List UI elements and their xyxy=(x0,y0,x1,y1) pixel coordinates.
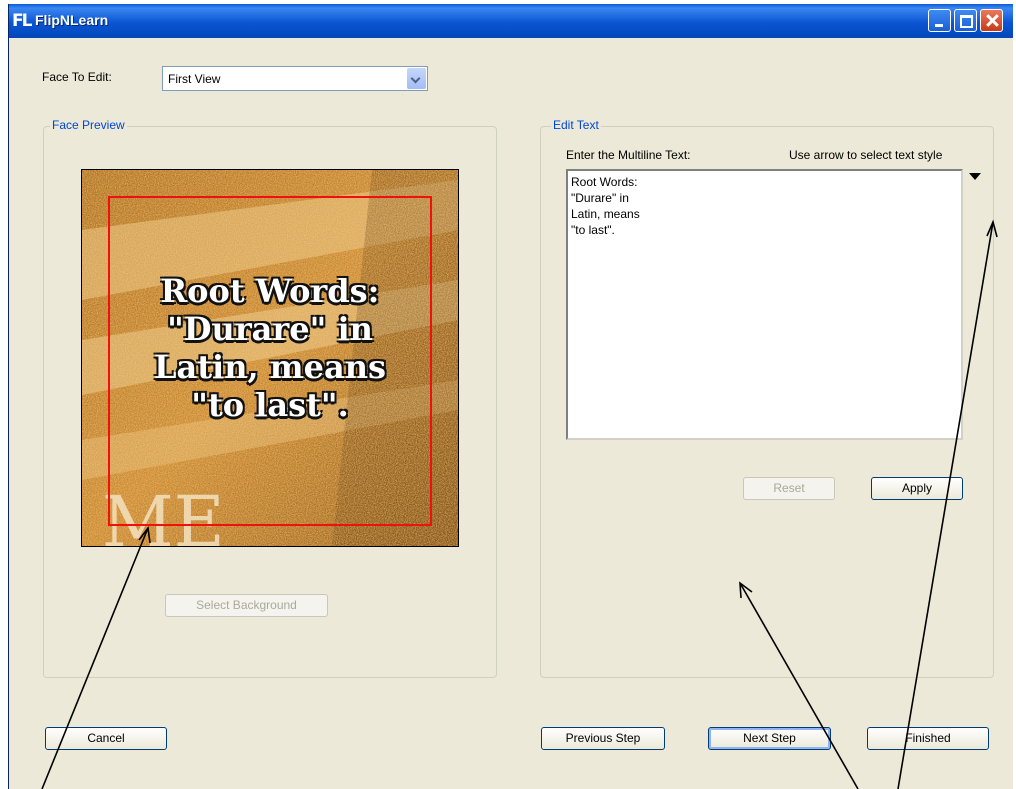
apply-button[interactable]: Apply xyxy=(871,477,963,500)
face-to-edit-label: Face To Edit: xyxy=(42,70,112,84)
face-preview-image: ME Root Words: "Durare" in Latin, means … xyxy=(81,169,459,547)
window-title: FlipNLearn xyxy=(35,12,109,28)
preview-line: Latin, means xyxy=(154,348,386,386)
reset-button[interactable]: Reset xyxy=(743,477,835,500)
chevron-down-icon[interactable] xyxy=(407,68,426,89)
maximize-icon[interactable] xyxy=(954,9,977,32)
multiline-text-input[interactable]: Root Words: "Durare" in Latin, means "to… xyxy=(566,169,963,440)
face-preview-legend: Face Preview xyxy=(50,118,127,132)
title-bar[interactable]: FL FlipNLearn xyxy=(9,4,1013,38)
multiline-text-value: Root Words: "Durare" in Latin, means "to… xyxy=(571,175,640,237)
minimize-icon[interactable] xyxy=(928,9,951,32)
preview-caption: Root Words: "Durare" in Latin, means "to… xyxy=(108,272,432,424)
next-step-button[interactable]: Next Step xyxy=(708,727,831,750)
app-logo: FL xyxy=(12,11,32,31)
previous-step-button[interactable]: Previous Step xyxy=(541,727,665,750)
text-style-hint: Use arrow to select text style xyxy=(789,148,943,162)
select-background-button[interactable]: Select Background xyxy=(165,594,328,617)
finished-button[interactable]: Finished xyxy=(867,727,989,750)
face-to-edit-select[interactable]: First View xyxy=(162,66,428,91)
preview-line: "Durare" in xyxy=(167,310,373,348)
preview-line: "to last". xyxy=(191,386,349,424)
close-icon[interactable] xyxy=(980,9,1003,32)
multiline-text-label: Enter the Multiline Text: xyxy=(566,148,691,162)
face-to-edit-value: First View xyxy=(168,72,221,86)
preview-line: Root Words: xyxy=(160,272,380,310)
app-window: FL FlipNLearn Face To Edit: First View F… xyxy=(8,4,1013,789)
dropdown-arrow-icon[interactable] xyxy=(969,173,981,180)
cancel-button[interactable]: Cancel xyxy=(45,727,167,750)
edit-text-legend: Edit Text xyxy=(551,118,601,132)
